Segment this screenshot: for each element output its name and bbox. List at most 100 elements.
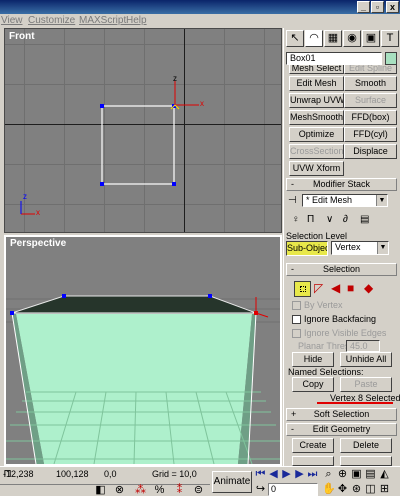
- face-level-icon[interactable]: ◀: [331, 281, 340, 295]
- zoom-extents-all-icon[interactable]: ▤: [364, 468, 377, 481]
- edit-geometry-rollout[interactable]: - Edit Geometry: [286, 423, 397, 436]
- spinner-snap-icon[interactable]: %: [153, 484, 166, 496]
- modify-tab-icon[interactable]: ◠: [305, 30, 323, 47]
- angle-snap-icon[interactable]: ⊗: [113, 484, 126, 496]
- utilities-tab-icon[interactable]: T: [381, 30, 399, 47]
- selection-rollout[interactable]: - Selection: [286, 263, 397, 276]
- create-button[interactable]: Create: [292, 438, 334, 453]
- coord-z-field: 0,0: [104, 469, 117, 479]
- edit-spline-button[interactable]: Edit Spline: [344, 65, 397, 74]
- menu-maxscript[interactable]: MAXScript: [79, 15, 126, 27]
- current-frame-field[interactable]: 0: [268, 483, 318, 496]
- zoom-all-icon[interactable]: ⊕: [336, 468, 349, 481]
- detach-button[interactable]: [340, 456, 392, 466]
- element-level-icon[interactable]: ◆: [364, 281, 373, 295]
- maximize-viewport-icon[interactable]: ◫: [364, 483, 377, 496]
- zoom-extents-icon[interactable]: ▣: [350, 468, 363, 481]
- hierarchy-tab-icon[interactable]: ▦: [324, 30, 342, 47]
- front-axis-z-label: z: [23, 192, 27, 201]
- remove-modifier-icon[interactable]: ∂: [343, 214, 348, 225]
- maximize-button[interactable]: ▫: [371, 1, 384, 13]
- field-of-view-icon[interactable]: ◭: [378, 468, 391, 481]
- selection-level-dropdown[interactable]: Vertex ▼: [331, 241, 389, 255]
- edit-mesh-button[interactable]: Edit Mesh: [289, 76, 344, 91]
- front-viewport[interactable]: Front z x z x: [4, 28, 282, 233]
- close-button[interactable]: x: [386, 1, 399, 13]
- mesh-select-button[interactable]: Mesh Select: [289, 65, 344, 74]
- command-panel: ↖ ◠ ▦ ◉ ▣ T Box01 Mesh Select Edit Splin…: [283, 28, 400, 466]
- coord-x-field: -12,238: [3, 469, 34, 479]
- status-bar: ⊓ -12,238 100,128 0,0 Grid = 10,0 ◧ ⊗ ⁂ …: [0, 466, 400, 496]
- crosssection-button[interactable]: CrossSection: [289, 144, 344, 159]
- ffd-box-button[interactable]: FFD(box): [344, 110, 397, 125]
- app-window: _ ▫ x View Customize MAXScript Help Fron…: [0, 0, 400, 496]
- copy-button[interactable]: Copy: [292, 377, 334, 392]
- unhide-all-button[interactable]: Unhide All: [340, 352, 392, 367]
- meshsmooth-button[interactable]: MeshSmooth: [289, 110, 344, 125]
- soft-selection-rollout[interactable]: + Soft Selection: [286, 408, 397, 421]
- ffd-cyl-button[interactable]: FFD(cyl): [344, 127, 397, 142]
- pan-icon[interactable]: ✋: [322, 483, 336, 496]
- motion-tab-icon[interactable]: ◉: [343, 30, 361, 47]
- go-to-start-icon[interactable]: ⏮: [254, 468, 267, 481]
- active-inactive-icon[interactable]: ♀: [292, 214, 300, 225]
- modifier-stack-dropdown[interactable]: * Edit Mesh ▼: [302, 194, 388, 207]
- selection-title: Selection: [322, 264, 361, 274]
- polygon-level-icon[interactable]: ■: [347, 281, 354, 295]
- title-bar: _ ▫ x: [0, 0, 400, 14]
- ignore-backfacing-checkbox[interactable]: [292, 315, 301, 324]
- coord-y-field: 100,128: [56, 469, 89, 479]
- animate-button[interactable]: Animate: [212, 471, 252, 493]
- percent-snap-icon[interactable]: ⁂: [134, 484, 147, 496]
- next-frame-icon[interactable]: ▶: [293, 468, 306, 481]
- selection-status-underline: [317, 402, 393, 404]
- planar-thresh-field[interactable]: 45.0: [346, 340, 380, 352]
- zoom-icon[interactable]: ⌕: [322, 468, 335, 481]
- make-unique-icon[interactable]: ∨: [326, 214, 333, 225]
- arc-rotate-icon[interactable]: ✥: [336, 483, 349, 496]
- menu-view[interactable]: View: [1, 15, 23, 27]
- window-crossing-icon[interactable]: ⁑: [173, 484, 186, 496]
- perspective-viewport[interactable]: Perspective: [4, 235, 282, 466]
- attach-button[interactable]: [292, 456, 334, 466]
- perspective-scene: [6, 294, 280, 464]
- show-end-result-icon[interactable]: Π: [307, 214, 314, 225]
- edge-level-icon[interactable]: ◸: [314, 281, 323, 295]
- optimize-button[interactable]: Optimize: [289, 127, 344, 142]
- edit-stack-icon[interactable]: ▤: [360, 214, 369, 225]
- go-to-end-icon[interactable]: ⏭: [306, 468, 319, 481]
- previous-frame-icon[interactable]: ◀: [267, 468, 280, 481]
- pin-stack-icon[interactable]: ⊣: [288, 195, 297, 206]
- modifier-stack-title: Modifier Stack: [312, 179, 371, 189]
- smooth-button[interactable]: Smooth: [344, 76, 397, 91]
- paste-button[interactable]: Paste: [340, 377, 392, 392]
- grid-size-field: Grid = 10,0: [152, 469, 197, 479]
- arc-rotate-selected-icon[interactable]: ⊛: [350, 483, 363, 496]
- surface-button[interactable]: Surface: [344, 93, 397, 108]
- vertex-level-icon[interactable]: [294, 281, 311, 297]
- by-vertex-checkbox[interactable]: [292, 301, 301, 310]
- modifier-stack-rollout[interactable]: - Modifier Stack: [286, 178, 397, 191]
- key-mode-icon[interactable]: ↪: [254, 483, 267, 496]
- play-icon[interactable]: ▶: [280, 468, 293, 481]
- unwrap-uvw-button[interactable]: Unwrap UVW: [289, 93, 344, 108]
- sub-object-button[interactable]: Sub-Object: [286, 241, 328, 256]
- display-tab-icon[interactable]: ▣: [362, 30, 380, 47]
- displace-button[interactable]: Displace: [344, 144, 397, 159]
- uvw-xform-button[interactable]: UVW Xform: [289, 161, 344, 176]
- snap-toggle-icon[interactable]: ◧: [94, 484, 107, 496]
- object-color-swatch[interactable]: [385, 52, 397, 65]
- selection-level-label: Selection Level: [286, 231, 348, 241]
- minimize-button[interactable]: _: [357, 1, 370, 13]
- menu-customize[interactable]: Customize: [28, 15, 75, 27]
- ignore-visible-edges-checkbox[interactable]: [292, 329, 301, 338]
- object-name-field[interactable]: Box01: [286, 52, 382, 65]
- named-selections-label: Named Selections:: [288, 367, 364, 377]
- delete-button[interactable]: Delete: [340, 438, 392, 453]
- degradation-override-icon[interactable]: ⊜: [192, 484, 205, 496]
- region-zoom-icon[interactable]: ⊞: [378, 483, 391, 496]
- create-tab-icon[interactable]: ↖: [286, 30, 304, 47]
- hide-button[interactable]: Hide: [292, 352, 334, 367]
- menu-help[interactable]: Help: [126, 15, 147, 27]
- front-axis-x-label: x: [36, 208, 40, 217]
